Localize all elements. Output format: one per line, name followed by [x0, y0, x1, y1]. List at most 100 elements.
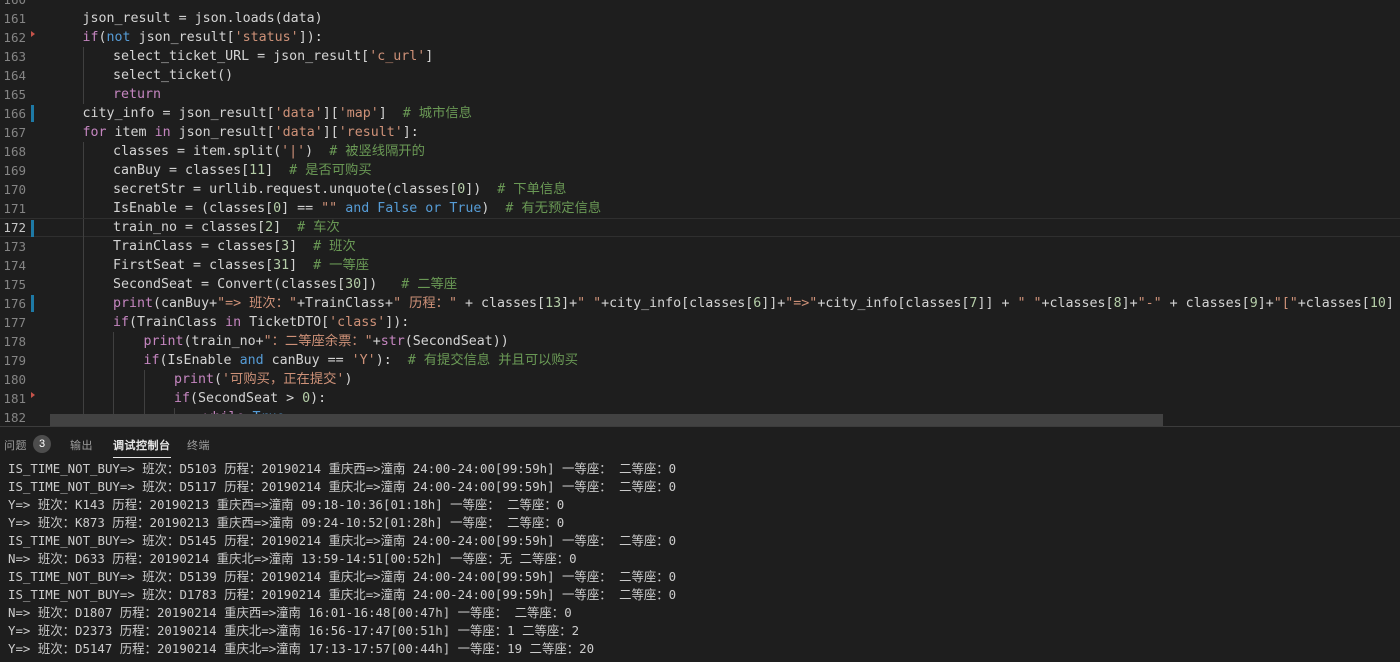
debug-console-output[interactable]: IS_TIME_NOT_BUY=> 班次：D5103 历程：20190214 重…: [8, 460, 1388, 658]
console-line: IS_TIME_NOT_BUY=> 班次：D5139 历程：20190214 重…: [8, 569, 677, 584]
indent-guide: [82, 256, 84, 275]
code-token: ]: [378, 106, 403, 121]
console-line: Y=> 班次：K873 历程：20190213 重庆西=>潼南 09:24-10…: [8, 515, 565, 530]
code-line[interactable]: 164 select_ticket(): [0, 66, 1400, 85]
line-number: 163: [3, 49, 26, 64]
code-line[interactable]: 166 city_info = json_result['data']['map'…: [0, 104, 1400, 123]
code-token: (IsEnable: [159, 353, 240, 368]
indent-guide: [82, 180, 84, 199]
code-text: TrainClass = classes[3] # 班次: [113, 237, 356, 256]
code-token: if: [82, 30, 99, 45]
code-line[interactable]: 163 select_ticket_URL = json_result['c_ur…: [0, 47, 1400, 66]
indent-guide: [113, 389, 114, 408]
code-line[interactable]: 174 FirstSeat = classes[31] # 一等座: [0, 256, 1400, 275]
code-line[interactable]: 171 IsEnable = (classes[0] == "" and Fals…: [0, 199, 1400, 218]
bottom-panel: 问题 3 输出 调试控制台 终端 IS_TIME_NOT_BUY=> 班次：D5…: [0, 426, 1400, 662]
code-line[interactable]: 176 print(canBuy+"=> 班次："+TrainClass+" 历程…: [0, 294, 1400, 313]
code-token: "": [321, 201, 338, 216]
tab-problems[interactable]: 问题: [4, 437, 27, 453]
horizontal-scrollbar[interactable]: [50, 414, 1163, 426]
code-token: or: [425, 201, 442, 216]
console-line: IS_TIME_NOT_BUY=> 班次：D1783 历程：20190214 重…: [8, 587, 677, 602]
code-token: "[": [1273, 296, 1298, 311]
breakpoint-arrow-icon[interactable]: [31, 31, 35, 37]
line-number: 168: [3, 144, 26, 159]
code-token: ] +: [1385, 296, 1394, 311]
code-line[interactable]: 161 json_result = json.loads(data): [0, 9, 1400, 28]
code-token: 0: [273, 201, 282, 216]
code-line[interactable]: 173 TrainClass = classes[3] # 班次: [0, 237, 1400, 256]
tab-terminal[interactable]: 终端: [187, 437, 210, 453]
code-token: +classes[: [1041, 296, 1114, 311]
code-token: select_ticket_URL = json_result[: [113, 49, 370, 64]
code-token: +city_info[classes[: [817, 296, 970, 311]
code-token: 'data': [274, 106, 323, 121]
code-line[interactable]: 162 if(not json_result['status']):: [0, 28, 1400, 47]
code-text: city_info = json_result['data']['map'] #…: [83, 104, 472, 123]
code-token: secretStr = urllib.request.unquote(class…: [113, 182, 458, 197]
line-number: 160: [0, 0, 26, 9]
indent-guide: [113, 332, 114, 351]
code-token: json_result[: [130, 30, 235, 45]
code-line[interactable]: 178 print(train_no+"：二等座余票："+str(SecondSe…: [0, 332, 1400, 351]
line-number: 162: [3, 30, 26, 45]
code-token: # 二等座: [401, 277, 458, 292]
line-number: 171: [3, 201, 26, 216]
vscode-window: 160 161 json_result = json.loads(data) 162 i…: [0, 0, 1400, 662]
code-line[interactable]: 179 if(IsEnable and canBuy == 'Y'): # 有提交…: [0, 351, 1400, 370]
code-token: IsEnable = (classes[: [113, 201, 274, 216]
code-token: ]):: [385, 315, 410, 330]
code-line[interactable]: 170 secretStr = urllib.request.unquote(cl…: [0, 180, 1400, 199]
code-text: secretStr = urllib.request.unquote(class…: [113, 180, 566, 199]
indent-guide: [143, 389, 145, 408]
line-number: 173: [3, 239, 26, 254]
code-line[interactable]: 168 classes = item.split('|') # 被竖线隔开的: [0, 142, 1400, 161]
code-line[interactable]: 175 SecondSeat = Convert(classes[30]) # 二…: [0, 275, 1400, 294]
code-token: (train_no+: [183, 334, 264, 349]
code-token: json_result = json.loads(data): [82, 11, 323, 26]
breakpoint-arrow-icon[interactable]: [31, 392, 35, 398]
code-token: # 城市信息: [402, 106, 472, 121]
console-line: N=> 班次：D1807 历程：20190214 重庆西=>潼南 16:01-1…: [8, 605, 572, 620]
code-line[interactable]: 160: [0, 0, 1400, 9]
code-line[interactable]: 180 print('可购买，正在提交'): [0, 370, 1400, 389]
code-token: city_info = json_result[: [82, 106, 275, 121]
code-token: # 一等座: [313, 258, 370, 273]
code-token: canBuy ==: [263, 353, 352, 368]
code-text: classes = item.split('|') # 被竖线隔开的: [113, 142, 425, 161]
code-token: ][: [322, 106, 339, 121]
tab-output[interactable]: 输出: [70, 437, 93, 453]
code-token: TrainClass = classes[: [113, 239, 282, 254]
code-token: ]]+: [761, 296, 786, 311]
code-line[interactable]: 165 return: [0, 85, 1400, 104]
code-line[interactable]: 169 canBuy = classes[11] # 是否可购买: [0, 161, 1400, 180]
code-line[interactable]: 177 if(TrainClass in TicketDTO['class']):: [0, 313, 1400, 332]
line-number: 161: [3, 11, 26, 26]
indent-guide: [113, 370, 114, 389]
code-token: # 下单信息: [497, 182, 567, 197]
code-token: "=>": [785, 296, 818, 311]
code-text: FirstSeat = classes[31] # 一等座: [113, 256, 369, 275]
code-token: " 历程：": [393, 296, 457, 311]
code-token: ): [305, 144, 330, 159]
line-number: 174: [3, 258, 26, 273]
code-token: 0: [302, 391, 311, 406]
code-text: canBuy = classes[11] # 是否可购买: [113, 161, 372, 180]
code-token: (SecondSeat)): [404, 334, 509, 349]
indent-guide: [82, 237, 84, 256]
code-line[interactable]: 181 if(SecondSeat > 0):: [0, 389, 1400, 408]
code-line[interactable]: 167 for item in json_result['data']['resu…: [0, 123, 1400, 142]
code-token: 'class': [329, 315, 386, 330]
code-token: # 有无预定信息: [505, 201, 602, 216]
code-token: ): [481, 201, 506, 216]
code-editor[interactable]: 160 161 json_result = json.loads(data) 162 i…: [0, 0, 1400, 426]
code-token: TicketDTO[: [241, 315, 330, 330]
code-token: (: [98, 30, 107, 45]
tab-debug-console[interactable]: 调试控制台: [113, 437, 171, 458]
code-token: ):: [375, 353, 408, 368]
code-token: (TrainClass: [129, 315, 226, 330]
code-line[interactable]: 172 train_no = classes[2] # 车次: [0, 218, 1400, 238]
code-token: ):: [310, 391, 327, 406]
line-number: 178: [3, 334, 26, 349]
console-line: IS_TIME_NOT_BUY=> 班次：D5117 历程：20190214 重…: [8, 479, 677, 494]
